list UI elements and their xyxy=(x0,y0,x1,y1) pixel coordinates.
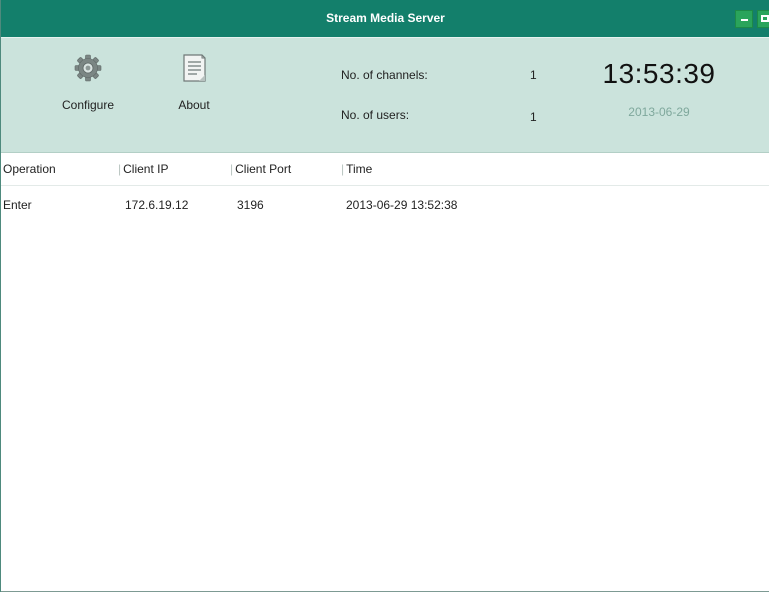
column-header-client-port[interactable]: | Client Port xyxy=(230,162,291,176)
column-header-label: Time xyxy=(346,162,373,176)
column-header-client-ip[interactable]: | Client IP xyxy=(118,162,168,176)
column-header-label: Client IP xyxy=(123,162,169,176)
title-bar[interactable]: Stream Media Server xyxy=(1,0,769,37)
clock-time: 13:53:39 xyxy=(602,58,716,89)
column-divider: | xyxy=(118,162,122,176)
connections-table: Operation | Client IP | Client Port | Time … xyxy=(1,153,769,592)
channels-label: No. of channels: xyxy=(341,68,428,82)
maximize-button[interactable] xyxy=(757,10,769,28)
about-button[interactable]: About xyxy=(154,50,234,120)
column-header-label: Client Port xyxy=(235,162,292,176)
document-icon xyxy=(183,54,206,82)
app-window: Stream Media Server Configure About No. … xyxy=(0,0,769,592)
cell-client-ip: 172.6.19.12 xyxy=(125,198,189,212)
cell-operation: Enter xyxy=(3,198,32,212)
configure-button[interactable]: Configure xyxy=(48,50,128,120)
configure-label: Configure xyxy=(61,98,115,112)
column-header-label: Operation xyxy=(3,162,56,176)
window-title: Stream Media Server xyxy=(326,11,445,25)
gear-icon xyxy=(74,54,102,82)
channels-count: 1 xyxy=(530,68,537,82)
users-label: No. of users: xyxy=(341,108,410,122)
column-divider: | xyxy=(230,162,234,176)
cell-client-port: 3196 xyxy=(237,198,264,212)
users-count: 1 xyxy=(530,110,537,124)
maximize-icon xyxy=(761,15,769,22)
cell-time: 2013-06-29 13:52:38 xyxy=(346,198,458,212)
table-row[interactable]: Enter 172.6.19.12 3196 2013-06-29 13:52:… xyxy=(1,195,769,217)
column-header-time[interactable]: | Time xyxy=(341,162,372,176)
column-header-operation[interactable]: Operation xyxy=(3,162,56,176)
toolbar-panel: Configure About No. of channels: 1 No. o… xyxy=(1,37,769,153)
minimize-icon xyxy=(741,19,748,21)
about-label: About xyxy=(178,98,210,112)
clock-date: 2013-06-29 xyxy=(628,105,690,119)
minimize-button[interactable] xyxy=(735,10,753,28)
table-header: Operation | Client IP | Client Port | Time xyxy=(1,153,769,186)
column-divider: | xyxy=(341,162,345,176)
